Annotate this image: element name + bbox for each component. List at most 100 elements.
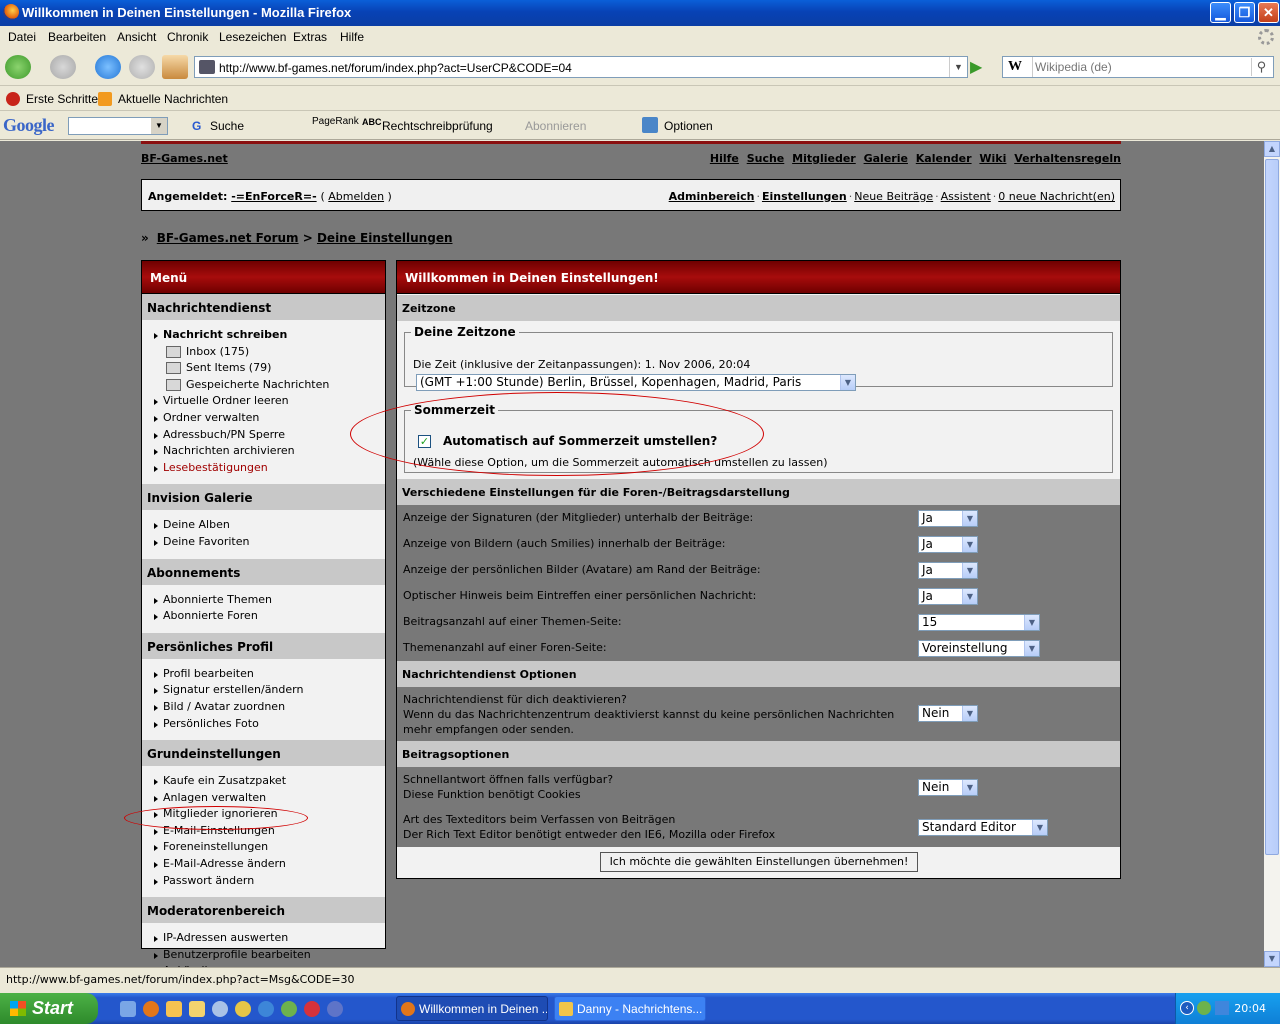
forward-icon[interactable] (50, 55, 76, 79)
menu-item[interactable]: Bild / Avatar zuordnen (142, 699, 385, 716)
restore-button[interactable]: ❐ (1234, 2, 1255, 23)
scroll-down-icon[interactable]: ▼ (1264, 951, 1280, 967)
adminbereich-link[interactable]: Adminbereich (669, 190, 755, 203)
menu-item[interactable]: Nachricht schreiben (142, 327, 385, 344)
menu-item[interactable]: Adressbuch/PN Sperre (142, 427, 385, 444)
reload-icon[interactable] (95, 55, 121, 79)
task-firefox[interactable]: Willkommen in Deinen ... (396, 996, 548, 1021)
window-titlebar[interactable]: Willkommen in Deinen Einstellungen - Moz… (0, 0, 1280, 26)
start-button[interactable]: Start (0, 993, 98, 1024)
back-icon[interactable] (5, 55, 31, 79)
menu-item[interactable]: Deine Alben (142, 517, 385, 534)
close-button[interactable]: ✕ (1258, 2, 1279, 23)
google-search-input[interactable]: ▼ (68, 117, 168, 135)
quicklaunch-firefox-icon[interactable] (143, 1001, 159, 1017)
menu-item[interactable]: Kaufe ein Zusatzpaket (142, 773, 385, 790)
new-messages-link[interactable]: 0 neue Nachricht(en) (998, 190, 1115, 203)
search-engine-icon[interactable]: W (1003, 57, 1033, 77)
breadcrumb-current[interactable]: Deine Einstellungen (317, 231, 453, 245)
menu-item[interactable]: Profil bearbeiten (142, 666, 385, 683)
tray-network-icon[interactable] (1215, 1001, 1229, 1015)
quicklaunch-folder-icon[interactable] (189, 1001, 205, 1017)
menu-chronik[interactable]: Chronik (167, 30, 208, 44)
menu-item[interactable]: Inbox (175) (142, 344, 385, 361)
tray-icq-icon[interactable] (1197, 1001, 1211, 1015)
quicklaunch-icq-icon[interactable] (281, 1001, 297, 1017)
stop-icon[interactable] (129, 55, 155, 79)
quicklaunch-opera-icon[interactable] (304, 1001, 320, 1017)
scroll-up-icon[interactable]: ▲ (1264, 141, 1280, 157)
search-box[interactable]: W ⚲ (1002, 56, 1274, 78)
spellcheck-button[interactable]: Rechtschreibprüfung (382, 119, 493, 133)
menu-item[interactable]: Ordner verwalten (142, 410, 385, 427)
menu-item[interactable]: Anlagen verwalten (142, 790, 385, 807)
home-icon[interactable] (162, 55, 188, 79)
menu-item[interactable]: Nachrichten archivieren (142, 443, 385, 460)
quicklaunch-misc-icon[interactable] (327, 1001, 343, 1017)
quicklaunch-desktop-icon[interactable] (120, 1001, 136, 1017)
menu-item[interactable]: Abonnierte Foren (142, 608, 385, 625)
google-suche-button[interactable]: Suche (210, 119, 244, 133)
einstellungen-link[interactable]: Einstellungen (762, 190, 847, 203)
username-link[interactable]: -=EnForceR=- (231, 190, 316, 203)
nav-mitglieder[interactable]: Mitglieder (792, 152, 856, 165)
logout-link[interactable]: Abmelden (328, 190, 384, 203)
minimize-button[interactable]: ▁ (1210, 2, 1231, 23)
abonnieren-button[interactable]: Abonnieren (525, 119, 586, 133)
nav-hilfe[interactable]: Hilfe (710, 152, 739, 165)
search-input[interactable] (1035, 59, 1245, 75)
pm-notice-select[interactable]: Ja ▼ (918, 588, 978, 605)
quicklaunch-media-icon[interactable] (212, 1001, 228, 1017)
menu-item[interactable]: Deine Favoriten (142, 534, 385, 551)
url-history-dropdown-icon[interactable]: ▼ (949, 57, 967, 77)
quicklaunch-player-icon[interactable] (235, 1001, 251, 1017)
timezone-select[interactable]: (GMT +1:00 Stunde) Berlin, Brüssel, Kope… (416, 374, 856, 391)
vertical-scrollbar[interactable]: ▲ ▼ (1264, 141, 1280, 967)
menu-item[interactable]: Sent Items (79) (142, 360, 385, 377)
menu-hilfe[interactable]: Hilfe (340, 30, 364, 44)
menu-item[interactable]: Passwort ändern (142, 873, 385, 890)
breadcrumb-forum-link[interactable]: BF-Games.net Forum (157, 231, 299, 245)
avatar-select[interactable]: Ja ▼ (918, 562, 978, 579)
assistent-link[interactable]: Assistent (941, 190, 991, 203)
posts-per-page-select[interactable]: 15 ▼ (918, 614, 1040, 631)
nav-wiki[interactable]: Wiki (979, 152, 1006, 165)
menu-item[interactable]: Benutzerprofile bearbeiten (142, 947, 385, 964)
site-brand-link[interactable]: BF-Games.net (141, 152, 228, 165)
bookmark-aktuelle-nachrichten[interactable]: Aktuelle Nachrichten (118, 92, 228, 106)
menu-bearbeiten[interactable]: Bearbeiten (48, 30, 106, 44)
images-select[interactable]: Ja ▼ (918, 536, 978, 553)
menu-item[interactable]: Virtuelle Ordner leeren (142, 393, 385, 410)
nav-suche[interactable]: Suche (747, 152, 785, 165)
menu-item[interactable]: E-Mail-Adresse ändern (142, 856, 385, 873)
menu-item[interactable]: IP-Adressen auswerten (142, 930, 385, 947)
chevron-down-icon[interactable]: ▼ (151, 118, 167, 134)
editor-select[interactable]: Standard Editor ▼ (918, 819, 1048, 836)
menu-item[interactable]: Persönliches Foto (142, 716, 385, 733)
quicklaunch-ie-icon[interactable] (258, 1001, 274, 1017)
optionen-button[interactable]: Optionen (664, 119, 713, 133)
submit-settings-button[interactable]: Ich möchte die gewählten Einstellungen ü… (600, 852, 918, 872)
menu-extras[interactable]: Extras (293, 30, 327, 44)
menu-item[interactable]: Lesebestätigungen (142, 460, 385, 477)
menu-item[interactable]: Gespeicherte Nachrichten (142, 377, 385, 394)
quickreply-select[interactable]: Nein ▼ (918, 779, 978, 796)
task-messenger[interactable]: Danny - Nachrichtens... (554, 996, 706, 1021)
neue-beitraege-link[interactable]: Neue Beiträge (854, 190, 933, 203)
bookmark-erste-schritte[interactable]: Erste Schritte (26, 92, 98, 106)
search-icon[interactable]: ⚲ (1251, 58, 1271, 76)
google-logo[interactable]: Google (3, 115, 55, 136)
pm-disable-select[interactable]: Nein ▼ (918, 705, 978, 722)
nav-kalender[interactable]: Kalender (916, 152, 972, 165)
menu-ansicht[interactable]: Ansicht (117, 30, 156, 44)
menu-lesezeichen[interactable]: Lesezeichen (219, 30, 286, 44)
topics-per-page-select[interactable]: Voreinstellung ▼ (918, 640, 1040, 657)
url-bar[interactable]: http://www.bf-games.net/forum/index.php?… (194, 56, 968, 78)
quicklaunch-app-icon[interactable] (166, 1001, 182, 1017)
menu-datei[interactable]: Datei (8, 30, 36, 44)
menu-item[interactable]: Foreneinstellungen (142, 839, 385, 856)
signature-select[interactable]: Ja ▼ (918, 510, 978, 527)
go-icon[interactable]: ▶ (970, 58, 990, 76)
menu-item[interactable]: Abonnierte Themen (142, 592, 385, 609)
scrollbar-thumb[interactable] (1265, 159, 1279, 855)
